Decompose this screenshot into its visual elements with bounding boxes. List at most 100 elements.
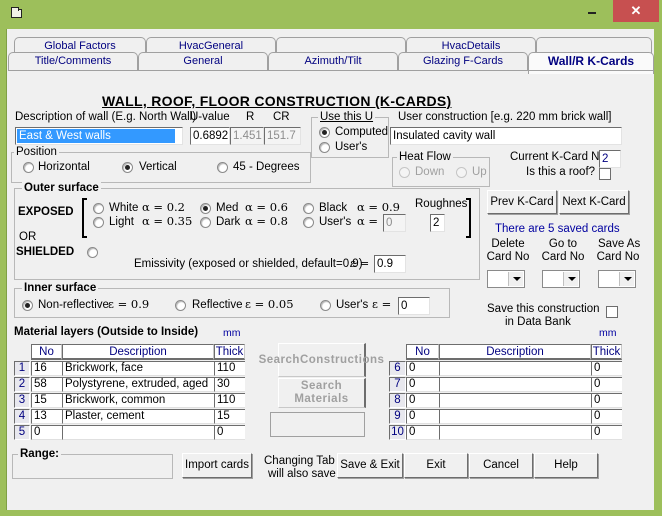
- material-unit-right: mm: [599, 327, 617, 339]
- 45-degrees-radio[interactable]: [217, 162, 228, 173]
- material-no-cell[interactable]: 0: [406, 425, 439, 440]
- users-eps-field[interactable]: 0: [398, 297, 430, 315]
- tab-title-comments[interactable]: Title/Comments: [8, 52, 138, 70]
- non-reflective-radio[interactable]: [22, 300, 33, 311]
- heat-flow-down-radio[interactable]: [399, 167, 410, 178]
- material-description-cell[interactable]: Polystyrene, extruded, aged: [62, 377, 214, 392]
- row-index[interactable]: 1: [14, 361, 30, 376]
- chevron-down-icon[interactable]: [508, 272, 523, 286]
- material-description-cell[interactable]: [439, 409, 591, 424]
- chevron-down-icon[interactable]: [619, 272, 634, 286]
- users-alpha-radio[interactable]: [303, 217, 314, 228]
- material-description-cell[interactable]: Plaster, cement: [62, 409, 214, 424]
- save-exit-button[interactable]: Save & Exit: [337, 453, 403, 478]
- user-construction-input[interactable]: Insulated cavity wall: [390, 127, 622, 145]
- heat-flow-up-radio[interactable]: [456, 167, 467, 178]
- goto-card-label-2: Card No: [541, 251, 585, 263]
- shielded-radio[interactable]: [87, 247, 98, 258]
- material-thick-cell[interactable]: 110: [214, 361, 245, 376]
- prev-kcard-button[interactable]: Prev K-Card: [487, 190, 557, 214]
- tab-azimuth-tilt[interactable]: Azimuth/Tilt: [268, 52, 398, 70]
- cr-field: 151.7: [264, 127, 301, 145]
- row-index[interactable]: 6: [389, 361, 406, 376]
- next-kcard-button[interactable]: Next K-Card: [559, 190, 629, 214]
- chevron-down-icon[interactable]: [563, 272, 578, 286]
- roughness-field[interactable]: 2: [430, 214, 445, 232]
- computed-radio[interactable]: [319, 127, 330, 138]
- material-no-cell[interactable]: 16: [31, 361, 62, 376]
- reflective-radio[interactable]: [175, 300, 186, 311]
- material-thick-cell[interactable]: 0: [591, 425, 622, 440]
- black-radio[interactable]: [303, 203, 314, 214]
- row-index[interactable]: 7: [389, 377, 406, 392]
- col-header-description-right: Description: [439, 344, 591, 360]
- delete-card-combo[interactable]: [487, 270, 525, 288]
- help-button[interactable]: Help: [534, 453, 598, 478]
- material-thick-cell[interactable]: 110: [214, 393, 245, 408]
- med-radio[interactable]: [200, 203, 211, 214]
- row-index[interactable]: 3: [14, 393, 30, 408]
- material-no-cell[interactable]: 0: [31, 425, 62, 440]
- tab-glazing-f-cards[interactable]: Glazing F-Cards: [398, 52, 528, 70]
- saveas-card-combo[interactable]: [598, 270, 636, 288]
- users-eps-radio[interactable]: [320, 300, 331, 311]
- material-description-cell[interactable]: [439, 393, 591, 408]
- row-index[interactable]: 8: [389, 393, 406, 408]
- material-description-cell[interactable]: Brickwork, face: [62, 361, 214, 376]
- users-u-label: User's: [335, 141, 368, 153]
- material-no-cell[interactable]: 0: [406, 361, 439, 376]
- search-materials-button[interactable]: Search Materials: [278, 378, 366, 408]
- data-bank-checkbox[interactable]: [606, 306, 618, 318]
- users-alpha-field[interactable]: 0: [383, 214, 406, 232]
- material-description-cell[interactable]: [439, 425, 591, 440]
- light-radio[interactable]: [93, 217, 104, 228]
- horizontal-radio[interactable]: [23, 162, 34, 173]
- search-constructions-button[interactable]: Search Constructions: [259, 343, 384, 377]
- material-no-cell[interactable]: 0: [406, 393, 439, 408]
- cr-label: CR: [273, 111, 290, 123]
- col-header-no-right: No: [406, 344, 439, 360]
- import-cards-button[interactable]: Import cards: [182, 453, 252, 478]
- material-thick-cell[interactable]: 0: [591, 393, 622, 408]
- close-button[interactable]: ✕: [613, 0, 659, 22]
- row-index[interactable]: 10: [389, 425, 406, 440]
- status-box: [270, 412, 365, 437]
- material-description-cell[interactable]: Brickwork, common: [62, 393, 214, 408]
- material-thick-cell[interactable]: 15: [214, 409, 245, 424]
- material-description-cell[interactable]: [439, 377, 591, 392]
- row-index[interactable]: 5: [14, 425, 30, 440]
- uvalue-field[interactable]: 0.6892: [190, 127, 230, 145]
- material-no-cell[interactable]: 15: [31, 393, 62, 408]
- material-description-cell[interactable]: [62, 425, 214, 440]
- material-no-cell[interactable]: 13: [31, 409, 62, 424]
- description-input[interactable]: East & West walls: [15, 127, 183, 145]
- dark-radio[interactable]: [200, 217, 211, 228]
- exit-button[interactable]: Exit: [404, 453, 468, 478]
- current-kcard-field[interactable]: 2: [599, 150, 621, 168]
- material-thick-cell[interactable]: 0: [591, 409, 622, 424]
- cancel-button[interactable]: Cancel: [469, 453, 533, 478]
- white-radio[interactable]: [93, 203, 104, 214]
- row-index[interactable]: 4: [14, 409, 30, 424]
- emissivity-epsilon: ε =: [350, 256, 370, 270]
- material-thick-cell[interactable]: 0: [591, 377, 622, 392]
- use-this-u-title: Use this U: [318, 111, 376, 123]
- material-no-cell[interactable]: 0: [406, 409, 439, 424]
- emissivity-field[interactable]: 0.9: [374, 255, 406, 273]
- minimize-button[interactable]: [580, 0, 606, 22]
- row-index[interactable]: 2: [14, 377, 30, 392]
- vertical-radio[interactable]: [122, 162, 133, 173]
- is-roof-checkbox[interactable]: [599, 168, 611, 180]
- material-thick-cell[interactable]: 30: [214, 377, 245, 392]
- tab-general[interactable]: General: [138, 52, 268, 70]
- goto-card-combo[interactable]: [542, 270, 580, 288]
- delete-card-label-1: Delete: [491, 238, 525, 250]
- material-thick-cell[interactable]: 0: [214, 425, 245, 440]
- material-thick-cell[interactable]: 0: [591, 361, 622, 376]
- material-no-cell[interactable]: 58: [31, 377, 62, 392]
- row-index[interactable]: 9: [389, 409, 406, 424]
- tab-divider: [8, 70, 654, 71]
- material-no-cell[interactable]: 0: [406, 377, 439, 392]
- users-u-radio[interactable]: [319, 142, 330, 153]
- material-description-cell[interactable]: [439, 361, 591, 376]
